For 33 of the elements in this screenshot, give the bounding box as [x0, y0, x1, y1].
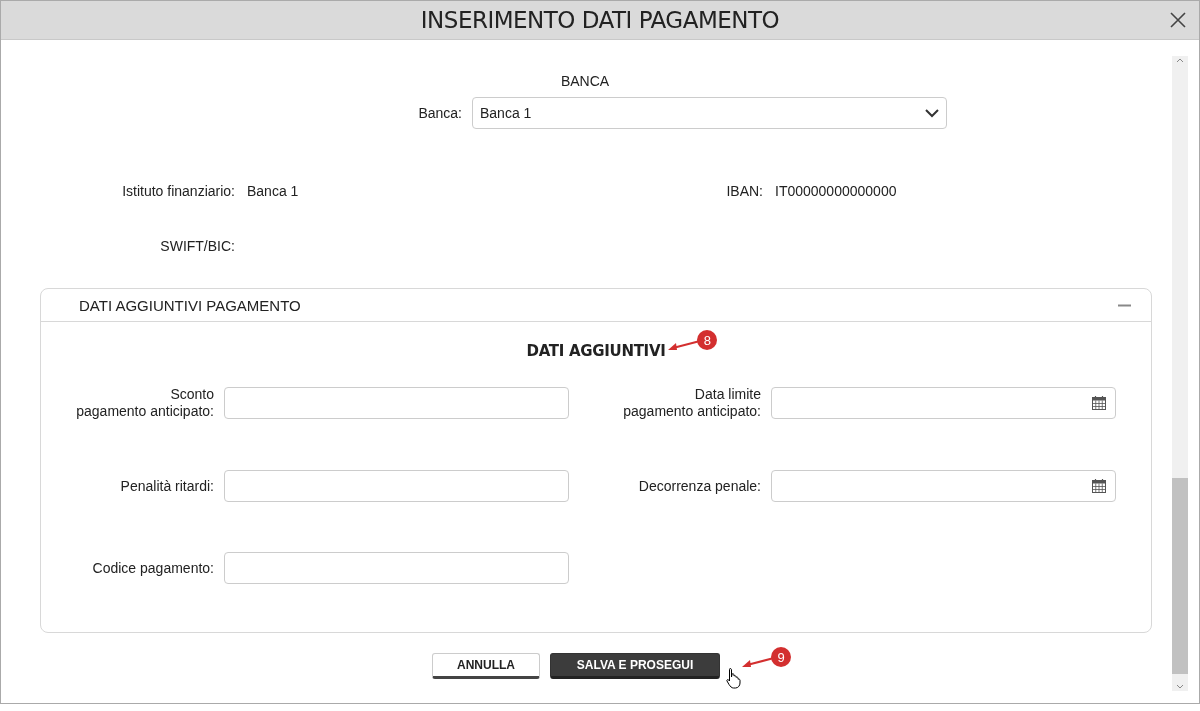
section-heading: BANCA — [559, 73, 611, 89]
date-field[interactable] — [771, 470, 1116, 502]
field-label: Data limite pagamento anticipato: — [622, 386, 761, 420]
hand-cursor-icon — [726, 667, 742, 689]
field-label: Sconto pagamento anticipato: — [75, 386, 214, 420]
form-heading: DATI AGGIUNTIVI — [526, 342, 666, 360]
close-icon[interactable] — [1169, 11, 1187, 29]
field-label: Banca: — [417, 105, 463, 121]
annotation-badge: 8 — [697, 330, 718, 350]
input-field[interactable] — [224, 387, 569, 419]
field-label: Istituto finanziario: — [121, 183, 235, 199]
field-label: SWIFT/BIC: — [159, 238, 235, 254]
scrollbar[interactable] — [1172, 56, 1188, 691]
field-label: IBAN: — [725, 183, 763, 199]
bank-select[interactable]: Banca 1 — [472, 97, 947, 129]
field-label: Codice pagamento: — [91, 559, 214, 577]
scroll-up-icon[interactable] — [1175, 56, 1185, 64]
field-label: Penalità ritardi: — [119, 477, 214, 495]
input-field[interactable] — [224, 552, 569, 584]
panel-title[interactable]: DATI AGGIUNTIVI PAGAMENTO — [79, 296, 301, 314]
annotation-badge: 9 — [771, 647, 791, 667]
window-title: INSERIMENTO DATI PAGAMENTO — [420, 7, 780, 33]
input-field[interactable] — [224, 470, 569, 502]
field-value: Banca 1 — [247, 183, 300, 199]
field-value: IT00000000000000 — [775, 183, 898, 199]
save-button[interactable]: SALVA E PROSEGUI — [550, 653, 720, 679]
field-label: Decorrenza penale: — [637, 477, 761, 495]
calendar-icon[interactable] — [1091, 395, 1107, 411]
cancel-button[interactable]: ANNULLA — [432, 653, 540, 679]
scroll-down-icon[interactable] — [1175, 683, 1185, 691]
calendar-icon[interactable] — [1091, 478, 1107, 494]
chevron-down-icon[interactable] — [925, 108, 939, 118]
date-field[interactable] — [771, 387, 1116, 419]
